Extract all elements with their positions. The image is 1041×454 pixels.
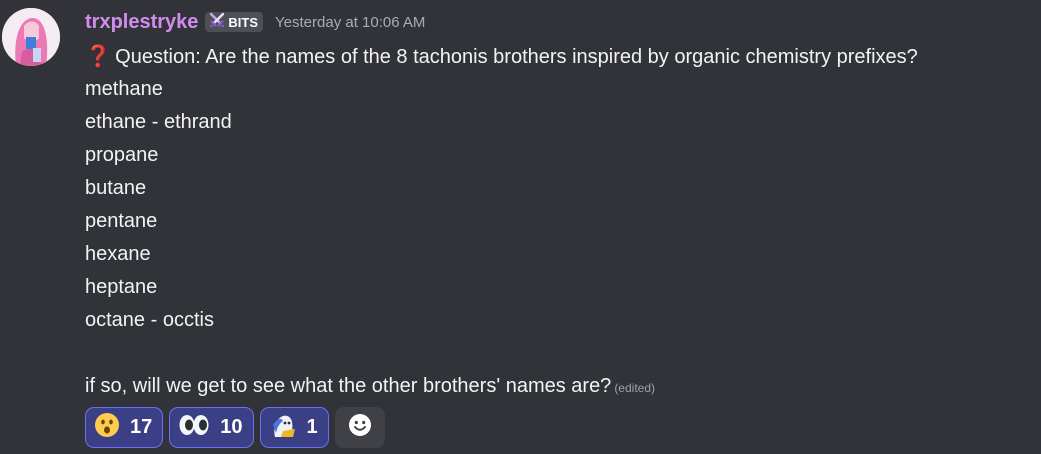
message-line-text: Question: Are the names of the 8 tachoni…: [115, 46, 918, 68]
message-line: octane - occtis: [85, 309, 214, 331]
message-line: hexane: [85, 243, 151, 265]
reaction-count: 10: [220, 416, 243, 438]
custom-character-icon: [269, 411, 297, 444]
message-timestamp: Yesterday at 10:06 AM: [275, 13, 426, 31]
reaction-astonished[interactable]: 17: [85, 407, 164, 448]
reaction-count: 17: [130, 416, 153, 438]
astonished-face-icon: [94, 412, 120, 443]
reaction-bar: 17 10 1: [85, 407, 385, 448]
reaction-count: 1: [306, 416, 318, 438]
user-avatar[interactable]: [2, 8, 60, 66]
author-username[interactable]: trxplestryke: [85, 11, 198, 34]
eyes-icon: [178, 412, 210, 443]
message-line-question: ❓ Question: Are the names of the 8 tachon…: [85, 40, 1041, 73]
avatar-image-icon: [2, 8, 60, 66]
message-line: butane: [85, 177, 147, 199]
message-line: ethane - ethrand: [85, 111, 232, 133]
smiley-add-reaction-icon: [348, 413, 372, 442]
edited-label: (edited): [614, 381, 655, 395]
message-line: methane: [85, 78, 163, 100]
message-line-text: if so, will we get to see what the other…: [85, 375, 612, 397]
add-reaction-button[interactable]: [334, 407, 385, 448]
role-tag-label: BITS: [228, 14, 259, 30]
message-line: heptane: [85, 276, 158, 298]
reaction-custom[interactable]: 1: [259, 407, 329, 448]
message-line: propane: [85, 144, 159, 166]
message-header: trxplestryke BITS Yesterday at 10:06 AM: [85, 9, 425, 35]
role-tag[interactable]: BITS: [205, 12, 264, 33]
chat-message: trxplestryke BITS Yesterday at 10:06 AM …: [0, 0, 1041, 454]
message-content: ❓ Question: Are the names of the 8 tachon…: [85, 40, 1041, 403]
crossed-swords-icon: [209, 12, 225, 33]
question-mark-icon: ❓: [85, 45, 112, 68]
reaction-eyes[interactable]: 10: [169, 407, 254, 448]
message-line-followup: if so, will we get to see what the other…: [85, 370, 1041, 403]
message-line: pentane: [85, 210, 158, 232]
